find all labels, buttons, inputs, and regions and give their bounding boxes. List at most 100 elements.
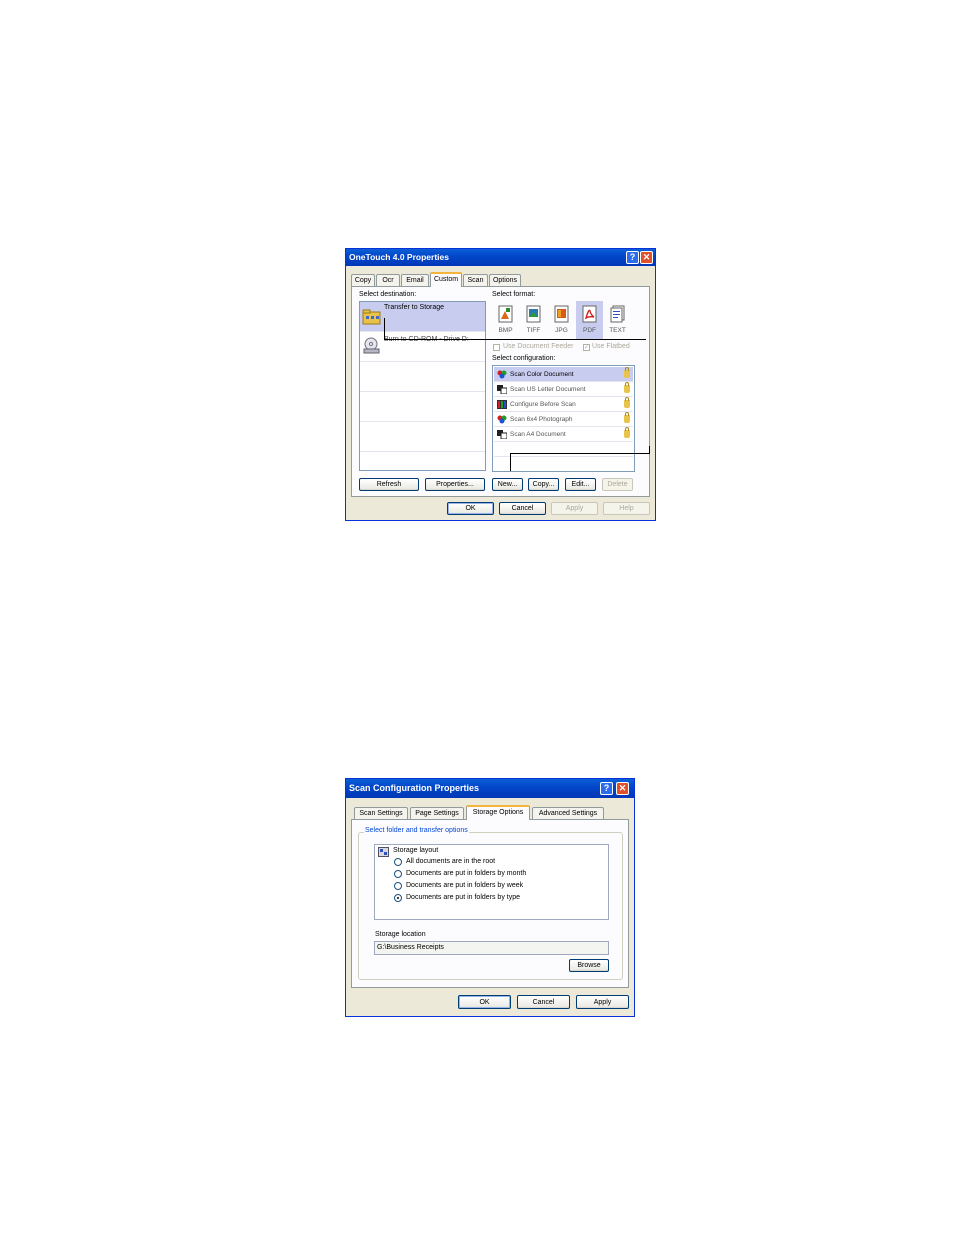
tab-ocr[interactable]: Ocr xyxy=(376,274,400,286)
format-pdf[interactable]: PDF xyxy=(576,301,603,339)
edit-configuration-button[interactable]: Edit... xyxy=(565,478,596,491)
list-item xyxy=(360,392,485,422)
text-icon xyxy=(610,305,625,323)
browse-button[interactable]: Browse xyxy=(569,959,609,972)
delete-configuration-button[interactable]: Delete xyxy=(602,478,633,491)
use-flatbed-checkbox[interactable]: ✓ xyxy=(583,344,590,351)
configuration-label: Configure Before Scan xyxy=(510,401,576,408)
apply-button[interactable]: Apply xyxy=(551,502,598,515)
configuration-label: Scan 6x4 Photograph xyxy=(510,416,573,423)
color-scan-icon xyxy=(497,415,507,424)
destination-item-transfer-to-storage[interactable]: Transfer to Storage xyxy=(360,302,485,332)
storage-layout-icon xyxy=(378,847,389,857)
tab-copy[interactable]: Copy xyxy=(351,274,375,286)
cancel-button[interactable]: Cancel xyxy=(517,995,570,1009)
copy-configuration-button[interactable]: Copy... xyxy=(528,478,559,491)
pdf-icon xyxy=(582,305,597,323)
lock-icon xyxy=(624,367,630,378)
configuration-list[interactable]: Scan Color Document Scan US Letter Docum… xyxy=(492,365,635,472)
cd-burner-icon xyxy=(363,337,380,354)
lock-icon xyxy=(624,427,630,438)
dialog-title-bar[interactable]: Scan Configuration Properties ? ✕ xyxy=(346,779,634,798)
radio-folders-by-week[interactable] xyxy=(394,882,402,890)
destination-label: Transfer to Storage xyxy=(384,304,445,311)
format-label: TEXT xyxy=(609,327,626,334)
format-label: PDF xyxy=(583,327,596,334)
use-document-feeder-checkbox[interactable] xyxy=(493,344,500,351)
select-destination-label: Select destination: xyxy=(359,291,417,298)
format-strip: BMP TIFF JPG PDF TEXT xyxy=(492,301,634,339)
callout-line xyxy=(384,318,385,339)
radio-folders-by-month[interactable] xyxy=(394,870,402,878)
configuration-item-scan-color-document[interactable]: Scan Color Document xyxy=(494,367,633,382)
format-tiff[interactable]: TIFF xyxy=(520,301,547,339)
radio-label: All documents are in the root xyxy=(406,858,496,865)
help-icon[interactable]: ? xyxy=(626,251,639,264)
configuration-item-scan-a4-document[interactable]: Scan A4 Document xyxy=(494,427,633,442)
cancel-button[interactable]: Cancel xyxy=(499,502,546,515)
help-icon[interactable]: ? xyxy=(600,782,613,795)
tiff-icon xyxy=(526,305,541,323)
close-icon[interactable]: ✕ xyxy=(616,782,629,795)
radio-label: Documents are put in folders by month xyxy=(406,870,527,877)
tab-custom[interactable]: Custom xyxy=(430,272,462,287)
bmp-icon xyxy=(498,305,513,323)
dialog-title: Scan Configuration Properties xyxy=(349,783,480,793)
group-title: Select folder and transfer options xyxy=(364,827,469,834)
configure-icon xyxy=(497,400,507,409)
lock-icon xyxy=(624,382,630,393)
callout-line xyxy=(384,339,646,340)
configuration-item-scan-6x4-photograph[interactable]: Scan 6x4 Photograph xyxy=(494,412,633,427)
tab-storage-options[interactable]: Storage Options xyxy=(466,805,530,820)
tab-scan-settings[interactable]: Scan Settings xyxy=(354,807,408,819)
format-label: BMP xyxy=(498,327,513,334)
destination-item-burn-to-cd[interactable]: Burn to CD-ROM - Drive D: xyxy=(360,332,485,362)
configuration-item-configure-before-scan[interactable]: Configure Before Scan xyxy=(494,397,633,412)
configuration-label: Scan A4 Document xyxy=(510,431,566,438)
format-jpg[interactable]: JPG xyxy=(548,301,575,339)
radio-label: Documents are put in folders by type xyxy=(406,894,521,901)
select-format-label: Select format: xyxy=(492,291,536,298)
radio-label: Documents are put in folders by week xyxy=(406,882,524,889)
configuration-label: Scan Color Document xyxy=(510,371,574,378)
tab-email[interactable]: Email xyxy=(401,274,429,286)
destination-list[interactable]: Transfer to Storage Burn to CD-ROM - Dri… xyxy=(359,301,486,471)
bw-scan-icon xyxy=(497,430,507,439)
apply-button[interactable]: Apply xyxy=(576,995,629,1009)
storage-options-panel: Select folder and transfer options Stora… xyxy=(351,819,629,988)
radio-all-in-root[interactable] xyxy=(394,858,402,866)
storage-location-label: Storage location xyxy=(375,931,426,938)
list-item xyxy=(494,442,633,457)
use-document-feeder-label: Use Document Feeder xyxy=(503,343,574,350)
callout-line xyxy=(510,453,649,454)
callout-line xyxy=(649,446,650,454)
properties-button[interactable]: Properties... xyxy=(425,478,485,491)
radio-folders-by-type[interactable] xyxy=(394,894,402,902)
tab-page-settings[interactable]: Page Settings xyxy=(410,807,464,819)
jpg-icon xyxy=(554,305,569,323)
format-text[interactable]: TEXT xyxy=(604,301,631,339)
tab-advanced-settings[interactable]: Advanced Settings xyxy=(532,807,604,819)
callout-line xyxy=(510,453,511,471)
storage-layout-label: Storage layout xyxy=(393,847,439,854)
tab-options[interactable]: Options xyxy=(489,274,521,286)
configuration-label: Scan US Letter Document xyxy=(510,386,586,393)
ok-button[interactable]: OK xyxy=(458,995,511,1009)
tab-scan[interactable]: Scan xyxy=(463,274,488,286)
storage-layout-box: Storage layout All documents are in the … xyxy=(374,844,609,920)
storage-folder-icon xyxy=(362,309,381,325)
bw-scan-icon xyxy=(497,385,507,394)
select-configuration-label: Select configuration: xyxy=(492,355,556,362)
ok-button[interactable]: OK xyxy=(447,502,494,515)
new-configuration-button[interactable]: New... xyxy=(492,478,523,491)
help-button[interactable]: Help xyxy=(603,502,650,515)
list-item xyxy=(360,422,485,452)
refresh-button[interactable]: Refresh xyxy=(359,478,419,491)
format-bmp[interactable]: BMP xyxy=(492,301,519,339)
format-label: JPG xyxy=(555,327,568,334)
close-icon[interactable]: ✕ xyxy=(640,251,653,264)
configuration-item-scan-us-letter-document[interactable]: Scan US Letter Document xyxy=(494,382,633,397)
lock-icon xyxy=(624,412,630,423)
storage-location-field[interactable]: G:\Business Receipts xyxy=(374,941,609,955)
dialog-title-bar[interactable]: OneTouch 4.0 Properties ? ✕ xyxy=(346,249,655,266)
